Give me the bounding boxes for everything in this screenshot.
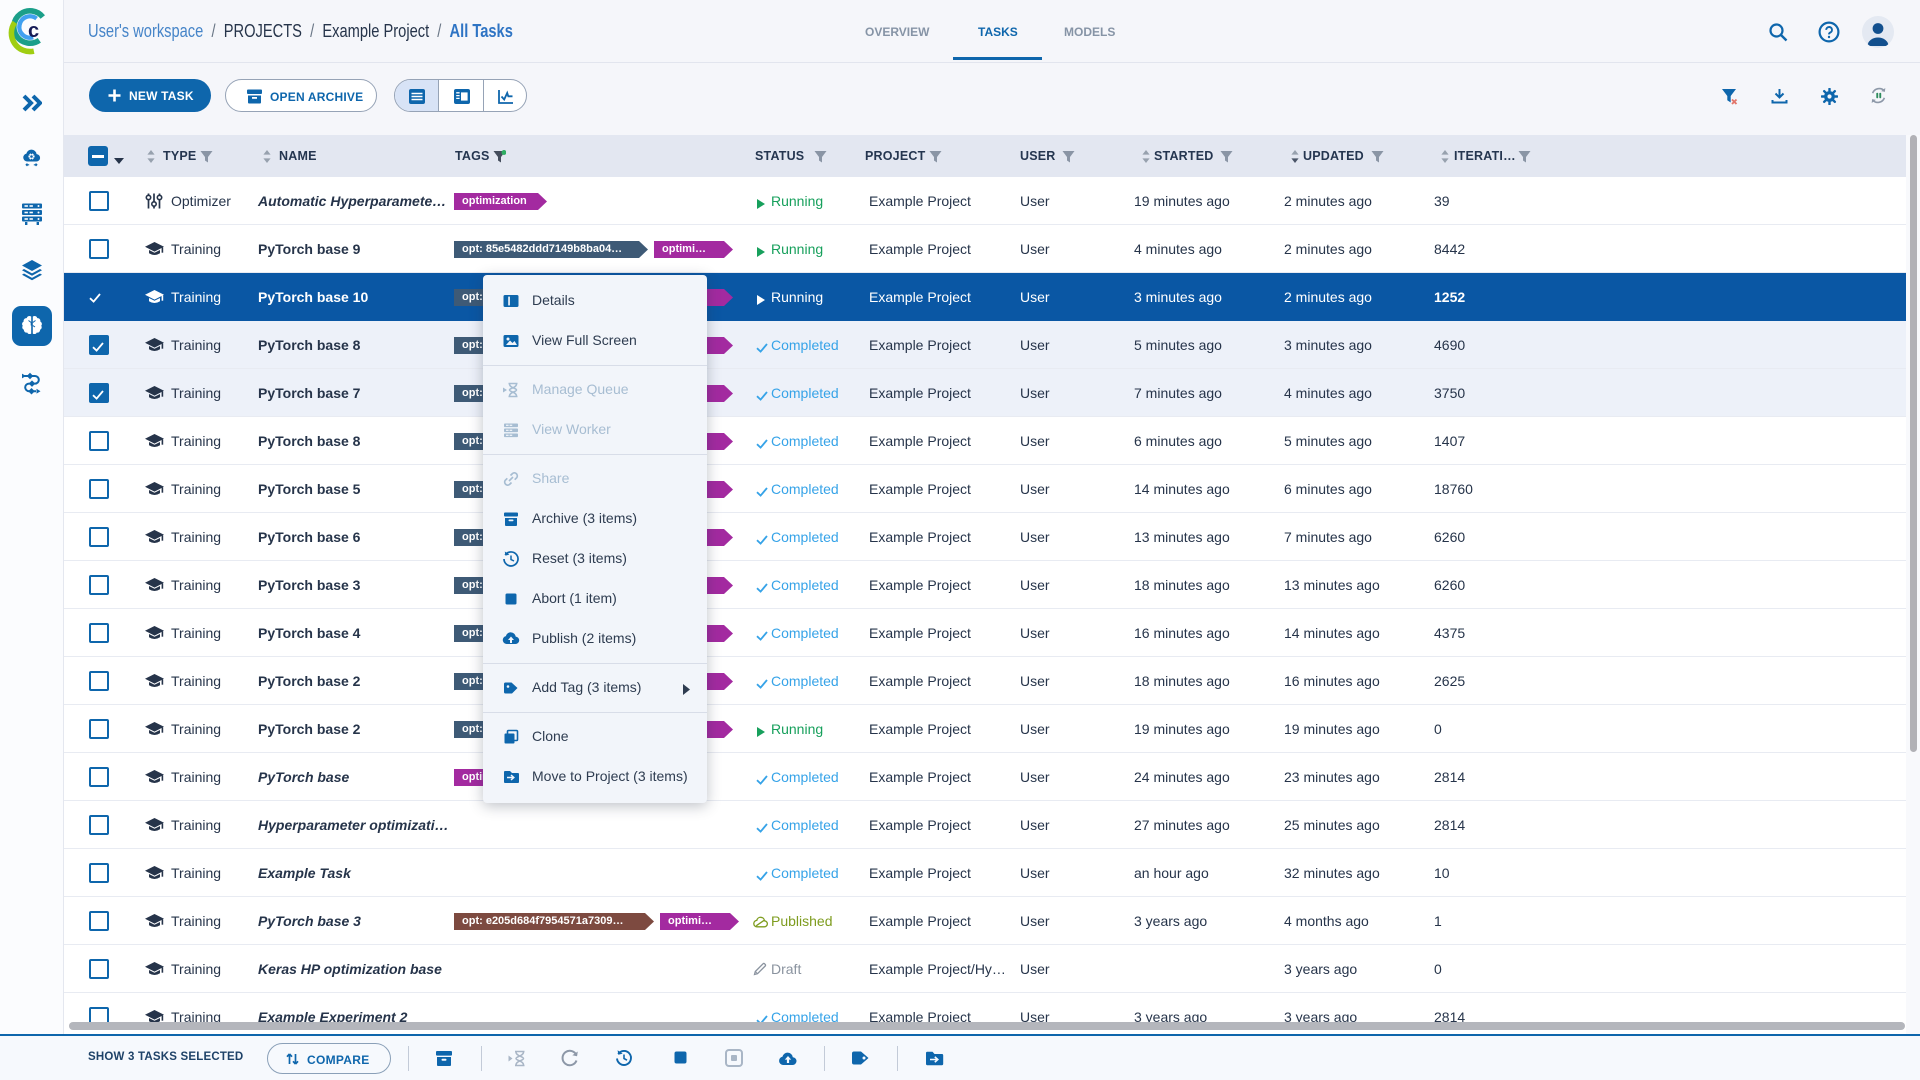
svg-text:c: c bbox=[28, 20, 39, 42]
